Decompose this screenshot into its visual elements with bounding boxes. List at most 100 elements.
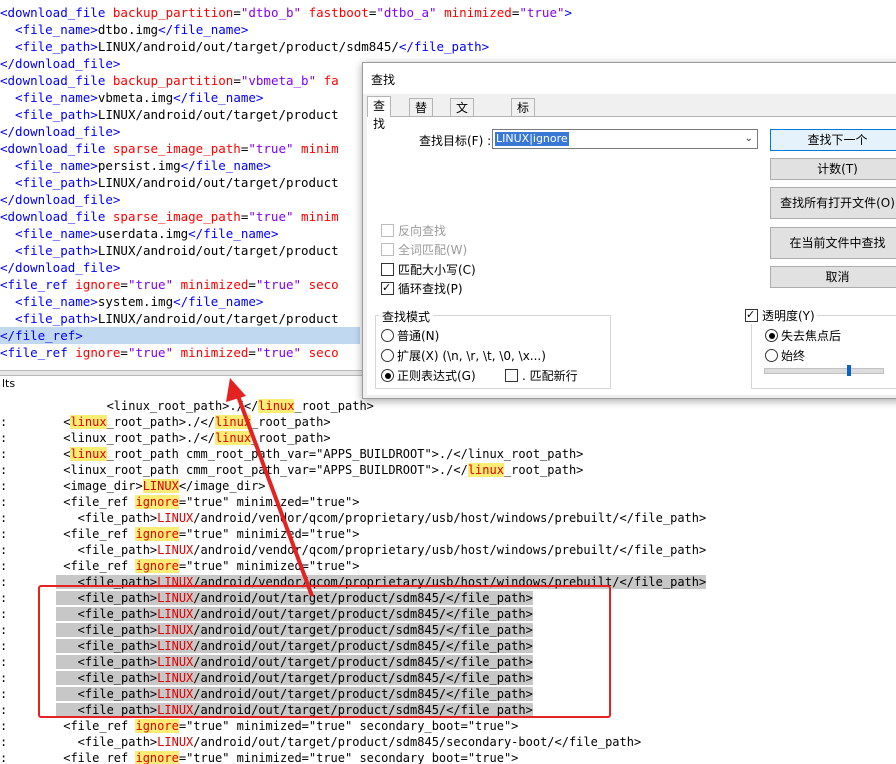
code-token: "true" <box>255 277 302 292</box>
editor-line[interactable]: <file_path>LINUX/android/out/target/prod… <box>0 38 489 55</box>
match-case-checkbox[interactable]: 匹配大小写(C) <box>381 262 476 278</box>
code-token: "dtbo_b" <box>240 5 302 20</box>
editor-line[interactable]: </file_ref> <box>0 327 360 344</box>
results-header: lts <box>2 377 16 390</box>
mode-normal-radio[interactable]: 普通(N) <box>381 328 439 344</box>
editor-line[interactable]: <file_name>persist.img</file_name> <box>0 157 271 174</box>
result-token: _root_path> <box>251 431 331 445</box>
find-next-button[interactable]: 查找下一个 <box>770 129 896 151</box>
result-token: <linux_root_path>./</ <box>56 431 215 445</box>
editor-line[interactable]: </download_file> <box>0 55 120 72</box>
tab-replace[interactable]: 替换 <box>409 98 434 133</box>
result-line[interactable]: : <linux_root_path cmm_root_path_var="AP… <box>0 446 583 462</box>
result-line[interactable]: : <file_ref ignore="true" minimized="tru… <box>0 494 359 510</box>
editor-line[interactable]: <file_name>userdata.img</file_name> <box>0 225 278 242</box>
wrap-around-checkbox[interactable]: 循环查找(P) <box>381 280 463 297</box>
code-token: > <box>564 5 573 20</box>
code-token: persist.img <box>97 158 181 173</box>
editor-line[interactable]: </download_file> <box>0 123 120 140</box>
result-line-prefix: : <box>0 735 8 749</box>
result-token: ="true" minimized="true"> <box>178 559 360 573</box>
result-line[interactable]: : <linux_root_path>./</linux_root_path> <box>0 430 331 446</box>
match-highlight: LINUX <box>157 543 194 557</box>
mode-extended-radio[interactable]: 扩展(X) (\n, \r, \t, \0, \x...) <box>381 348 546 364</box>
code-token: LINUX/android/out/target/product <box>97 175 339 190</box>
result-token: /android/out/target/product/sdm845/secon… <box>193 735 642 749</box>
result-token: _root_path>./</ <box>106 415 215 429</box>
editor-line[interactable]: <download_file backup_partition="vbmeta_… <box>0 72 339 89</box>
result-line-prefix: : <box>0 479 8 493</box>
whole-word-checkbox[interactable]: 全词匹配(W) <box>381 242 467 258</box>
find-target-value[interactable]: LINUX|ignore <box>495 132 569 146</box>
result-token: <file_ref <box>56 495 136 509</box>
result-line[interactable]: : <linux_root_path cmm_root_path_var="AP… <box>0 462 583 478</box>
dialog-titlebar[interactable]: 查找 <box>363 63 896 94</box>
code-token: </download_file> <box>0 124 121 139</box>
result-line[interactable]: : <file_ref ignore="true" minimized="tru… <box>0 718 518 734</box>
editor-line[interactable]: <file_ref ignore="true" minimized="true"… <box>0 344 339 361</box>
editor-line[interactable]: </download_file> <box>0 191 120 208</box>
find-dialog[interactable]: 查找 查找 替换 文件查找 标记 查找目标(F) : LINUX|ignore … <box>362 62 896 399</box>
result-line[interactable]: : <image_dir>LINUX</image_dir> <box>0 478 266 494</box>
code-token: </file_name> <box>180 158 271 173</box>
backward-checkbox[interactable]: 反向查找 <box>381 223 446 239</box>
editor-line[interactable]: <download_file backup_partition="dtbo_b"… <box>0 4 572 21</box>
result-line-prefix: : <box>0 511 8 525</box>
tab-find-in-files[interactable]: 文件查找 <box>450 98 475 169</box>
editor-line[interactable]: <file_name>vbmeta.img</file_name> <box>0 89 263 106</box>
code-token: sparse_image_path <box>112 141 241 156</box>
code-token: minimized <box>180 277 249 292</box>
editor-line[interactable]: <file_ref ignore="true" minimized="true"… <box>0 276 339 293</box>
dialog-title: 查找 <box>371 73 396 87</box>
tab-find[interactable]: 查找 <box>367 96 392 131</box>
editor-line[interactable]: <download_file sparse_image_path="true" … <box>0 140 339 157</box>
code-token: <download_file <box>0 73 113 88</box>
chevron-down-icon[interactable]: ⌄ <box>745 130 753 148</box>
result-line[interactable]: : <file_ref ignore="true" minimized="tru… <box>0 750 518 764</box>
transparency-always-radio[interactable]: 始终 <box>765 348 805 364</box>
editor-line[interactable]: <download_file sparse_image_path="true" … <box>0 208 339 225</box>
match-highlight: LINUX <box>157 735 194 749</box>
result-line[interactable]: : <file_path>LINUX/android/vendor/qcom/p… <box>0 510 706 526</box>
editor-line[interactable]: </download_file> <box>0 259 120 276</box>
result-line-text: <file_ref ignore="true" minimized="true"… <box>56 527 359 541</box>
cancel-button[interactable]: 取消 <box>770 266 896 288</box>
transparency-slider-thumb[interactable] <box>846 365 851 376</box>
transparency-on-lose-focus-radio[interactable]: 失去焦点后 <box>765 328 841 344</box>
transparency-checkbox[interactable]: 透明度(Y) <box>745 307 817 324</box>
find-target-combobox[interactable]: LINUX|ignore ⌄ <box>492 129 758 149</box>
code-token: seco <box>308 277 339 292</box>
result-line[interactable]: : <linux_root_path>./</linux_root_path> <box>0 414 331 430</box>
count-button[interactable]: 计数(T) <box>770 158 896 180</box>
mode-regex-radio[interactable]: 正则表达式(G) <box>381 368 476 384</box>
result-token: <file_ref <box>56 527 136 541</box>
code-token: <file_path> <box>0 175 98 190</box>
result-line-text: <file_path>LINUX/android/out/target/prod… <box>56 735 642 749</box>
code-token: fa <box>323 73 339 88</box>
editor-line[interactable]: <file_name>system.img</file_name> <box>0 293 263 310</box>
tab-mark[interactable]: 标记 <box>511 98 536 133</box>
result-line[interactable]: : <file_path>LINUX/android/out/target/pr… <box>0 734 641 750</box>
result-token: ="true" minimized="true"> <box>178 495 360 509</box>
editor-line[interactable]: <file_path>LINUX/android/out/target/prod… <box>0 174 339 191</box>
find-all-open-files-button[interactable]: 查找所有打开文件(O) <box>770 187 896 219</box>
code-token: = <box>233 5 241 20</box>
editor-line[interactable]: <file_name>dtbo.img</file_name> <box>0 21 248 38</box>
editor-line[interactable]: <file_path>LINUX/android/out/target/prod… <box>0 310 339 327</box>
code-token: <file_name> <box>0 158 98 173</box>
result-line[interactable]: : <file_ref ignore="true" minimized="tru… <box>0 558 359 574</box>
result-line[interactable]: : <file_ref ignore="true" minimized="tru… <box>0 526 359 542</box>
code-token: minim <box>301 141 339 156</box>
result-line-prefix: : <box>0 751 8 764</box>
result-line-prefix: : <box>0 495 8 509</box>
result-line-text: <linux_root_path>./</linux_root_path> <box>56 415 331 429</box>
editor-line[interactable]: <file_path>LINUX/android/out/target/prod… <box>0 242 339 259</box>
result-line[interactable]: : <file_path>LINUX/android/vendor/qcom/p… <box>0 542 706 558</box>
editor-line[interactable]: <file_path>LINUX/android/out/target/prod… <box>0 106 339 123</box>
find-in-current-file-button[interactable]: 在当前文件中查找 <box>770 227 896 259</box>
dot-matches-newline-checkbox[interactable]: . 匹配新行 <box>505 368 578 384</box>
result-line[interactable]: <linux_root_path>./</linux_root_path> <box>0 398 374 414</box>
transparency-slider-track[interactable] <box>764 368 884 374</box>
